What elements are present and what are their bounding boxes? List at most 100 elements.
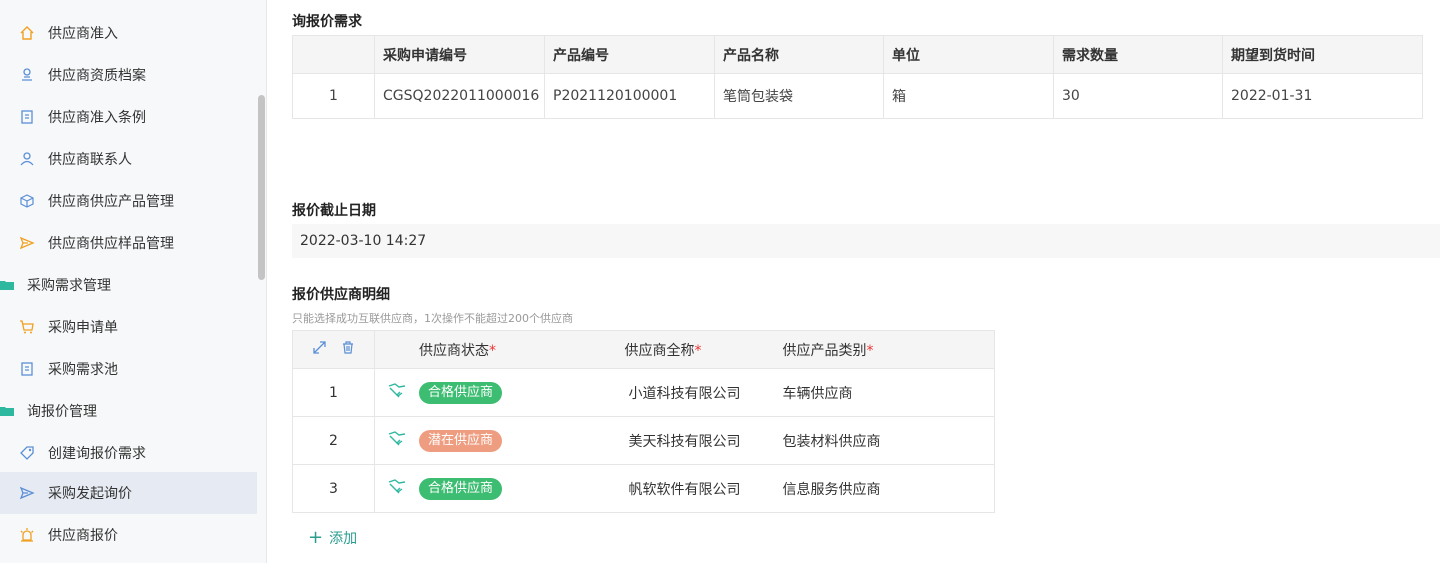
col-header-expected-date: 期望到货时间	[1222, 35, 1423, 74]
sidebar-group-purchase-demand[interactable]: 采购需求管理	[0, 264, 257, 306]
supplier-name: 小道科技有限公司	[628, 385, 741, 402]
sidebar-item-supplier-products[interactable]: 供应商供应产品管理	[0, 180, 257, 222]
cell-category: 包装材料供应商	[782, 416, 995, 465]
sidebar-item-label: 采购需求池	[48, 362, 118, 378]
box-icon	[18, 192, 36, 210]
required-mark: *	[694, 342, 702, 359]
cell-index: 1	[292, 73, 375, 119]
folder-icon	[0, 402, 14, 420]
sidebar-item-supplier-regulations[interactable]: 供应商准入条例	[0, 96, 257, 138]
col-header-quantity: 需求数量	[1053, 35, 1223, 74]
sidebar-item-create-inquiry[interactable]: 创建询报价需求	[0, 432, 257, 474]
sidebar-item-label: 供应商准入	[48, 26, 118, 42]
sidebar-item-label: 采购申请单	[48, 320, 118, 336]
cell-quantity: 30	[1053, 73, 1223, 119]
suppliers-hint: 只能选择成功互联供应商，1次操作不能超过200个供应商	[292, 312, 573, 325]
col-header-index	[292, 35, 375, 74]
stamp-icon	[18, 66, 36, 84]
sidebar-item-label: 供应商联系人	[48, 152, 132, 168]
status-badge: 潜在供应商	[419, 429, 503, 452]
cell-supplier-name: 美天科技有限公司	[624, 416, 783, 465]
sidebar-item-label: 采购发起询价	[48, 486, 132, 502]
sidebar-item-label: 供应商报价	[48, 528, 118, 544]
cell-expected-date: 2022-01-31	[1231, 88, 1313, 104]
plus-icon: +	[308, 527, 324, 548]
sidebar-item-label: 创建询报价需求	[48, 446, 146, 462]
cell-unit: 箱	[883, 73, 1054, 119]
col-header-category-label: 供应产品类别	[782, 342, 867, 359]
table-row: 3 合格供应商 帆软软件有限公司 信息服务供应商	[292, 464, 995, 513]
alarm-icon	[18, 526, 36, 544]
deadline-field[interactable]: 2022-03-10 14:27	[292, 224, 1440, 258]
table-header-row: 供应商状态* 供应商全称* 供应产品类别*	[292, 330, 995, 369]
cell-supplier-name: 帆软软件有限公司	[625, 465, 783, 513]
col-header-status-label: 供应商状态	[419, 342, 489, 359]
supplier-name: 美天科技有限公司	[628, 433, 741, 450]
deadline-value: 2022-03-10 14:27	[300, 233, 427, 249]
sidebar-item-supplier-samples[interactable]: 供应商供应样品管理	[0, 222, 257, 264]
col-header-request-no: 采购申请编号	[374, 35, 545, 74]
home-icon	[18, 24, 36, 42]
sidebar: 供应商准入 供应商资质档案 供应商准入条例 供应商联系人 供应商供应产品管理 供…	[0, 0, 267, 563]
col-header-name-label: 供应商全称	[624, 342, 695, 359]
send-icon	[18, 484, 36, 502]
sidebar-scrollbar[interactable]	[258, 95, 265, 280]
user-icon	[18, 150, 36, 168]
col-header-product-no: 产品编号	[544, 35, 715, 74]
sidebar-item-demand-pool[interactable]: 采购需求池	[0, 348, 257, 390]
cell-index: 2	[292, 416, 375, 465]
sidebar-item-supplier-quote[interactable]: 供应商报价	[0, 514, 257, 556]
cell-category: 信息服务供应商	[782, 481, 881, 498]
handshake-icon	[387, 478, 407, 500]
cart-icon	[18, 318, 36, 336]
toolbar-cell	[292, 330, 375, 369]
deadline-title: 报价截止日期	[292, 203, 376, 219]
sidebar-item-label: 供应商资质档案	[48, 68, 146, 84]
inquiry-title: 询报价需求	[292, 14, 362, 30]
cell-index: 1	[292, 368, 375, 417]
sidebar-item-supplier-contacts[interactable]: 供应商联系人	[0, 138, 257, 180]
sidebar-item-start-inquiry[interactable]: 采购发起询价	[0, 472, 257, 514]
sidebar-group-label: 采购需求管理	[27, 278, 111, 294]
sidebar-item-supplier-admission[interactable]: 供应商准入	[0, 12, 257, 54]
inquiry-table: 采购申请编号 产品编号 产品名称 单位 需求数量 期望到货时间 1 CGSQ20…	[292, 35, 1423, 119]
sidebar-item-purchase-request[interactable]: 采购申请单	[0, 306, 257, 348]
cell-status: 潜在供应商	[374, 416, 625, 465]
cell-status: 合格供应商	[375, 465, 625, 513]
cell-product-no: P2021120100001	[544, 73, 715, 119]
cell-request-no: CGSQ2022011000016	[374, 73, 545, 119]
expand-icon[interactable]	[313, 341, 326, 358]
supplier-name: 帆软软件有限公司	[628, 481, 741, 498]
status-badge: 合格供应商	[419, 381, 503, 404]
cell-status: 合格供应商	[374, 368, 625, 417]
table-row: 2 潜在供应商 美天科技有限公司 包装材料供应商	[292, 416, 995, 465]
table-header-row: 采购申请编号 产品编号 产品名称 单位 需求数量 期望到货时间	[292, 35, 1423, 74]
col-header-unit: 单位	[883, 35, 1054, 74]
sidebar-group-label: 询报价管理	[27, 404, 97, 420]
cell-supplier-name: 小道科技有限公司	[624, 368, 783, 417]
required-mark: *	[489, 342, 496, 359]
cell-product-name: 笔筒包装袋	[714, 73, 884, 119]
col-header-name: 供应商全称*	[624, 330, 783, 369]
sidebar-item-label: 供应商准入条例	[48, 110, 146, 126]
col-header-status: 供应商状态*	[374, 330, 625, 369]
col-header-category: 供应产品类别*	[782, 330, 995, 369]
document-icon	[18, 108, 36, 126]
main-content: 询报价需求 采购申请编号 产品编号 产品名称 单位 需求数量 期望到货时间 1 …	[292, 0, 1440, 563]
handshake-icon	[387, 430, 407, 452]
tag-icon	[18, 444, 36, 462]
status-badge: 合格供应商	[419, 477, 503, 500]
add-supplier-button[interactable]: + 添加	[308, 528, 357, 548]
table-row: 1 CGSQ2022011000016 P2021120100001 笔筒包装袋…	[292, 73, 1423, 119]
cell-category: 车辆供应商	[782, 368, 995, 417]
document-icon	[18, 360, 36, 378]
col-header-product-name: 产品名称	[714, 35, 884, 74]
sidebar-group-inquiry[interactable]: 询报价管理	[0, 390, 257, 432]
suppliers-title: 报价供应商明细	[292, 287, 390, 303]
sidebar-item-supplier-qualification[interactable]: 供应商资质档案	[0, 54, 257, 96]
add-button-label: 添加	[329, 531, 358, 547]
trash-icon[interactable]	[342, 341, 354, 358]
sidebar-item-label: 供应商供应产品管理	[48, 194, 174, 210]
table-row: 1 合格供应商 小道科技有限公司 车辆供应商	[292, 368, 995, 417]
handshake-icon	[387, 382, 407, 404]
